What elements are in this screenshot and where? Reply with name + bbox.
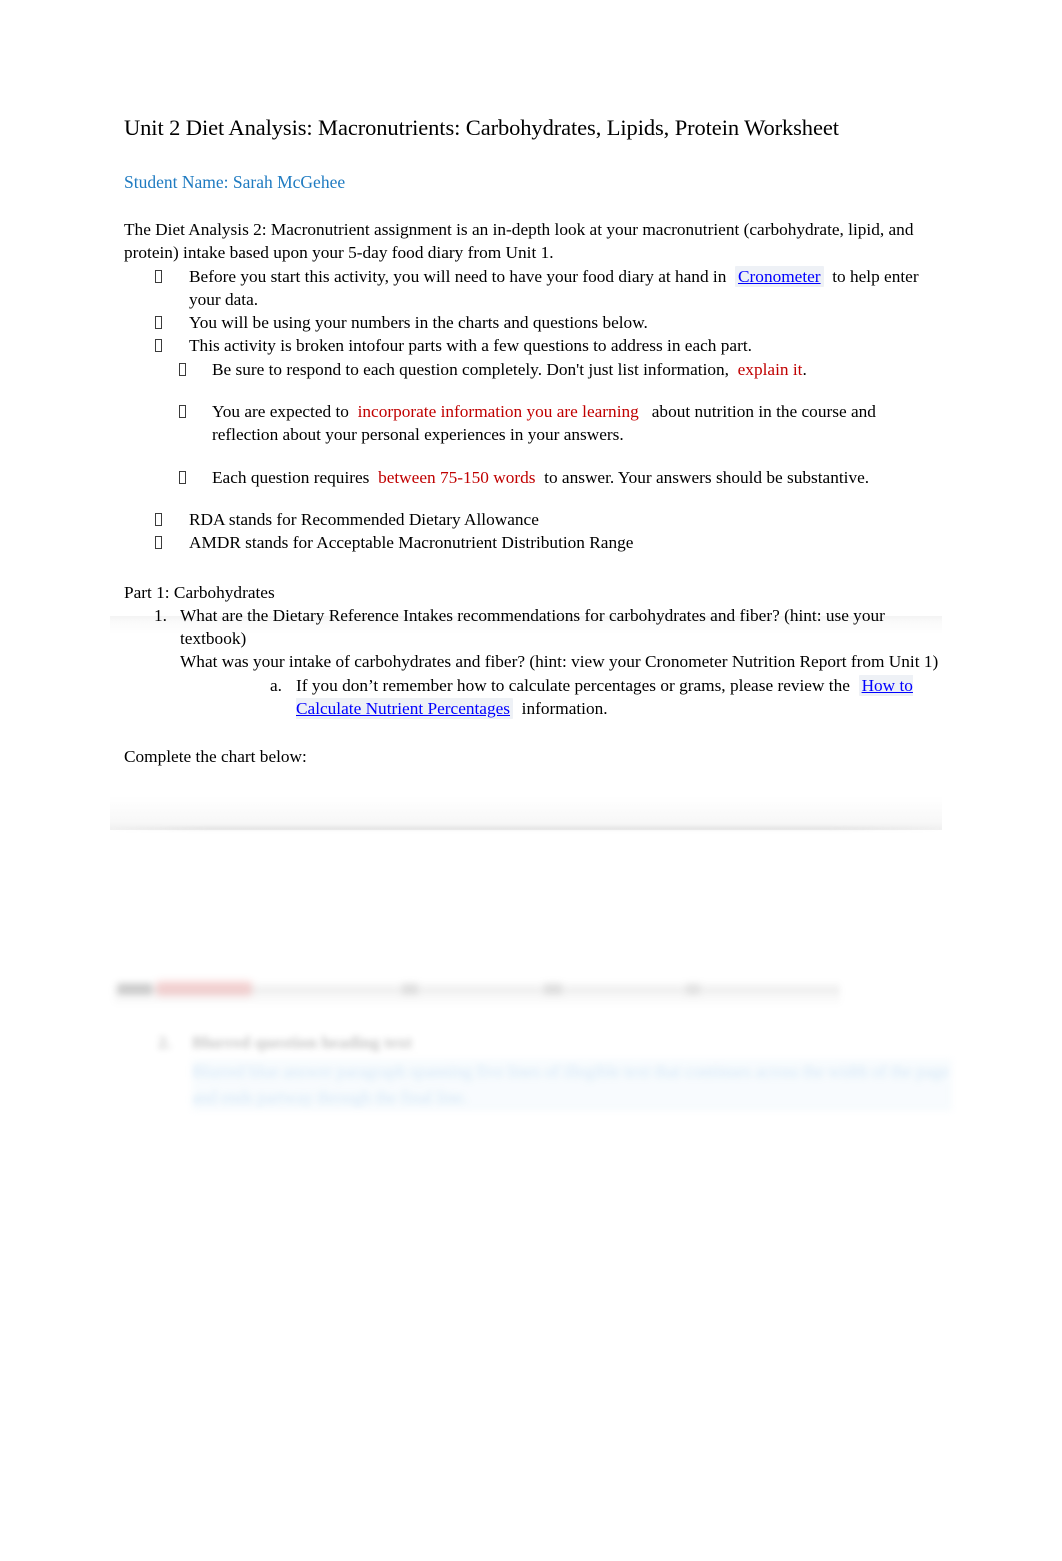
list-item: 1. What are the Dietary Reference Intake… <box>142 604 940 720</box>
list-number: 1. <box>154 605 167 625</box>
sub-item-text-before: If you don’t remember how to calculate p… <box>296 675 850 695</box>
faded-answer-paragraph: Blurred blue answer paragraph spanning f… <box>192 1059 952 1111</box>
faded-question-heading: Blurred question heading text <box>192 1033 413 1052</box>
list-item: This activity is broken intofour parts w… <box>155 334 940 357</box>
faded-table-bottom-edge <box>114 981 840 1003</box>
bullet-icon <box>179 400 209 423</box>
bullet-text-before: Before you start this activity, you will… <box>189 266 727 286</box>
list-letter: a. <box>270 675 282 695</box>
page-title: Unit 2 Diet Analysis: Macronutrients: Ca… <box>124 115 839 140</box>
emphasis-text: explain it <box>737 359 803 379</box>
cronometer-link[interactable]: Cronometer <box>735 265 824 287</box>
faded-blurred-section: 2. Blurred question heading text Blurred… <box>110 975 952 1175</box>
bullet-icon <box>155 334 185 357</box>
sub-bullet-text-after: to answer. Your answers should be substa… <box>544 467 870 487</box>
bullet-icon <box>179 358 209 381</box>
bullet-icon <box>155 311 185 334</box>
emphasis-text: between 75-150 words <box>378 467 536 487</box>
list-item: Each question requires between 75-150 wo… <box>179 466 940 489</box>
list-item: AMDR stands for Acceptable Macronutrient… <box>155 531 940 554</box>
list-item: RDA stands for Recommended Dietary Allow… <box>155 508 940 531</box>
intro-paragraph: The Diet Analysis 2: Macronutrient assig… <box>124 220 914 263</box>
list-item: Be sure to respond to each question comp… <box>179 358 940 381</box>
sub-instruction-list: Be sure to respond to each question comp… <box>124 358 940 489</box>
definition-rda: RDA stands for Recommended Dietary Allow… <box>189 509 539 529</box>
instruction-list: Before you start this activity, you will… <box>124 265 940 555</box>
emphasis-text: incorporate information you are learning <box>357 402 639 422</box>
bullet-text: This activity is broken intofour parts w… <box>189 336 752 356</box>
sub-bullet-text-before: You are expected to <box>212 402 349 422</box>
sub-item-text-after: information. <box>521 699 608 719</box>
faded-question-number: 2. <box>158 1033 171 1052</box>
sub-bullet-text-before: Be sure to respond to each question comp… <box>212 359 729 379</box>
sub-bullet-text-after: . <box>802 359 807 379</box>
bullet-icon <box>155 531 185 554</box>
list-item: You are expected to incorporate informat… <box>179 400 940 447</box>
student-name-line: Student Name: Sarah McGehee <box>124 172 346 192</box>
question-sub-list: a. If you don’t remember how to calculat… <box>180 674 940 721</box>
definition-amdr: AMDR stands for Acceptable Macronutrient… <box>189 533 634 553</box>
question-line-1: What are the Dietary Reference Intakes r… <box>180 605 885 649</box>
complete-chart-note: Complete the chart below: <box>124 747 307 767</box>
document-content: Unit 2 Diet Analysis: Macronutrients: Ca… <box>124 113 940 769</box>
document-page: Unit 2 Diet Analysis: Macronutrients: Ca… <box>0 0 1062 1561</box>
list-item: Before you start this activity, you will… <box>155 265 940 312</box>
faded-red-cell-text <box>156 981 252 996</box>
bullet-icon <box>179 466 209 489</box>
list-item: You will be using your numbers in the ch… <box>155 311 940 334</box>
bullet-text: You will be using your numbers in the ch… <box>189 313 648 333</box>
list-item: a. If you don’t remember how to calculat… <box>260 674 940 721</box>
question-line-2: What was your intake of carbohydrates an… <box>180 652 939 672</box>
part-1-question-list: 1. What are the Dietary Reference Intake… <box>124 604 940 720</box>
sub-bullet-text-before: Each question requires <box>212 467 370 487</box>
bullet-icon <box>155 265 185 288</box>
bullet-icon <box>155 508 185 531</box>
part-1-heading: Part 1: Carbohydrates <box>124 582 275 602</box>
